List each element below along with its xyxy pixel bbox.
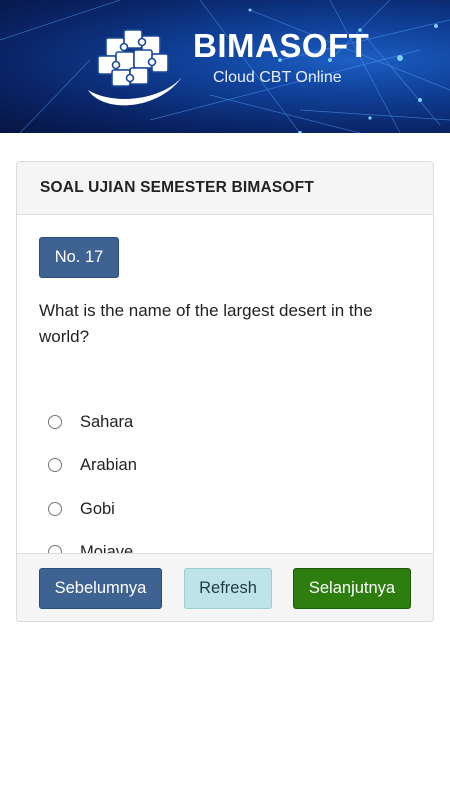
brand-subtitle: Cloud CBT Online xyxy=(213,69,342,86)
answer-option[interactable]: Gobi xyxy=(48,497,115,521)
card-footer: Sebelumnya Refresh Selanjutnya xyxy=(17,553,433,621)
radio-button[interactable] xyxy=(48,415,62,429)
exam-card: SOAL UJIAN SEMESTER BIMASOFT No. 17 What… xyxy=(16,161,434,622)
question-text: What is the name of the largest desert i… xyxy=(39,301,373,346)
answer-option-label[interactable]: Gobi xyxy=(80,498,115,520)
brand-title: BIMASOFT xyxy=(193,27,370,64)
answer-option-label[interactable]: Sahara xyxy=(80,411,133,433)
answer-option[interactable]: Arabian xyxy=(48,453,137,477)
question-panel: No. 17 What is the name of the largest d… xyxy=(17,215,433,561)
previous-button[interactable]: Sebelumnya xyxy=(39,568,162,609)
answer-option[interactable]: Sahara xyxy=(48,410,133,434)
puzzle-globe-icon xyxy=(88,29,182,106)
refresh-button[interactable]: Refresh xyxy=(184,568,272,609)
exam-title: SOAL UJIAN SEMESTER BIMASOFT xyxy=(40,179,315,196)
network-background xyxy=(0,0,450,133)
app-header-banner: BIMASOFT Cloud CBT Online xyxy=(0,0,450,133)
question-number-badge: No. 17 xyxy=(39,237,119,278)
next-button[interactable]: Selanjutnya xyxy=(293,568,411,609)
radio-button[interactable] xyxy=(48,458,62,472)
radio-button[interactable] xyxy=(48,502,62,516)
answer-option-label[interactable]: Arabian xyxy=(80,454,137,476)
card-header: SOAL UJIAN SEMESTER BIMASOFT xyxy=(17,162,433,215)
